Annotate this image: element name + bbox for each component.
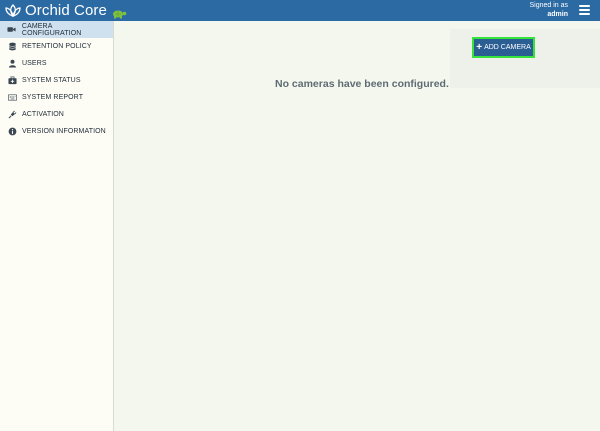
video-camera-icon — [7, 25, 17, 35]
sidebar-item-label: VERSION INFORMATION — [22, 128, 106, 135]
sidebar-item-users[interactable]: USERS — [0, 55, 113, 72]
sidebar-item-label: SYSTEM REPORT — [22, 94, 84, 101]
username: admin — [547, 11, 568, 18]
signed-in-label: Signed in as — [529, 2, 568, 9]
orchid-flower-icon — [4, 3, 22, 19]
medkit-icon — [7, 76, 17, 86]
app-name: Orchid Core — [25, 2, 107, 19]
turtle-icon — [111, 6, 127, 18]
sidebar-item-label: ACTIVATION — [22, 111, 64, 118]
plug-icon — [7, 110, 17, 120]
sidebar-item-label: CAMERA CONFIGURATION — [21, 22, 82, 37]
main-content: + ADD CAMERA No cameras have been config… — [115, 21, 600, 431]
user-icon — [7, 59, 17, 69]
sidebar-item-camera-configuration[interactable]: CAMERA CONFIGURATION — [0, 21, 113, 38]
sidebar-item-label: SYSTEM STATUS — [22, 77, 81, 84]
sidebar-item-retention-policy[interactable]: RETENTION POLICY — [0, 38, 113, 55]
hamburger-menu-icon[interactable] — [579, 5, 590, 15]
signed-in-info: Signed in as admin — [529, 2, 568, 19]
info-circle-icon — [7, 127, 17, 137]
sidebar-item-label: RETENTION POLICY — [22, 43, 92, 50]
add-camera-label: ADD CAMERA — [484, 44, 531, 51]
sidebar: CAMERA CONFIGURATION RETENTION POLICY US… — [0, 21, 114, 431]
empty-state-message: No cameras have been configured. — [275, 78, 449, 90]
plus-icon: + — [476, 41, 483, 53]
sidebar-item-version-information[interactable]: VERSION INFORMATION — [0, 123, 113, 140]
app-logo[interactable]: Orchid Core — [0, 0, 127, 21]
sidebar-item-label: USERS — [22, 60, 47, 67]
sidebar-item-system-report[interactable]: SYSTEM REPORT — [0, 89, 113, 106]
database-icon — [7, 42, 17, 52]
sidebar-item-system-status[interactable]: SYSTEM STATUS — [0, 72, 113, 89]
add-camera-button[interactable]: + ADD CAMERA — [472, 37, 535, 58]
top-bar: Orchid Core Signed in as admin — [0, 0, 600, 21]
sidebar-item-activation[interactable]: ACTIVATION — [0, 106, 113, 123]
keyboard-icon — [7, 93, 17, 103]
